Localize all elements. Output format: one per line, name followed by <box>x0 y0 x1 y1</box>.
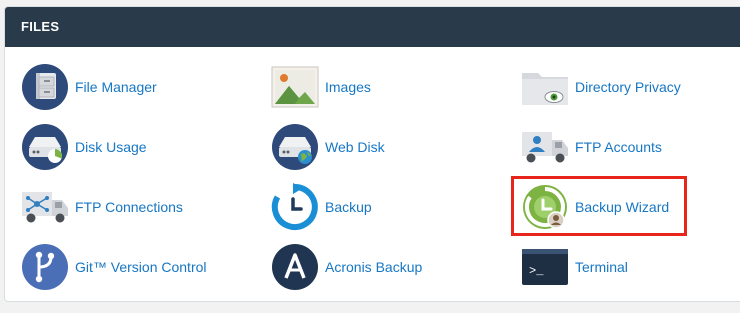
svg-text:>_: >_ <box>529 264 544 278</box>
ftp-accounts-label: FTP Accounts <box>575 139 662 155</box>
directory-privacy-label: Directory Privacy <box>575 79 681 95</box>
acronis-backup-link[interactable]: Acronis Backup <box>269 242 422 292</box>
backup-link[interactable]: Backup <box>269 182 372 232</box>
landscape-image-icon <box>269 63 321 111</box>
acronis-backup-label: Acronis Backup <box>325 259 423 275</box>
directory-privacy-link[interactable]: Directory Privacy <box>519 62 681 112</box>
terminal-label: Terminal <box>575 259 628 275</box>
file-cabinet-icon <box>19 63 71 111</box>
images-link[interactable]: Images <box>269 62 371 112</box>
ftp-connections-label: FTP Connections <box>75 199 183 215</box>
terminal-prompt-icon: >_ <box>519 243 571 291</box>
web-disk-label: Web Disk <box>325 139 385 155</box>
backup-wizard-label: Backup Wizard <box>575 199 670 215</box>
acronis-logo-icon <box>269 243 321 291</box>
truck-network-icon <box>19 183 71 231</box>
hard-drive-globe-icon <box>269 123 321 171</box>
web-disk-link[interactable]: Web Disk <box>269 122 385 172</box>
clock-wizard-icon <box>519 183 571 231</box>
images-label: Images <box>325 79 371 95</box>
files-panel: FILES File Manager Images Directory Priv… <box>4 6 740 302</box>
git-branch-icon <box>19 243 71 291</box>
disk-usage-label: Disk Usage <box>75 139 147 155</box>
truck-user-icon <box>519 123 571 171</box>
git-version-control-label: Git™ Version Control <box>75 259 207 275</box>
ftp-connections-link[interactable]: FTP Connections <box>19 182 183 232</box>
file-manager-label: File Manager <box>75 79 157 95</box>
clock-refresh-icon <box>269 183 321 231</box>
ftp-accounts-link[interactable]: FTP Accounts <box>519 122 662 172</box>
git-version-control-link[interactable]: Git™ Version Control <box>19 242 207 292</box>
backup-label: Backup <box>325 199 372 215</box>
folder-eye-icon <box>519 63 571 111</box>
file-manager-link[interactable]: File Manager <box>19 62 157 112</box>
disk-usage-link[interactable]: Disk Usage <box>19 122 147 172</box>
section-title: FILES <box>5 7 740 47</box>
backup-wizard-link[interactable]: Backup Wizard <box>519 182 669 232</box>
hard-drive-pie-icon <box>19 123 71 171</box>
terminal-link[interactable]: >_ Terminal <box>519 242 628 292</box>
